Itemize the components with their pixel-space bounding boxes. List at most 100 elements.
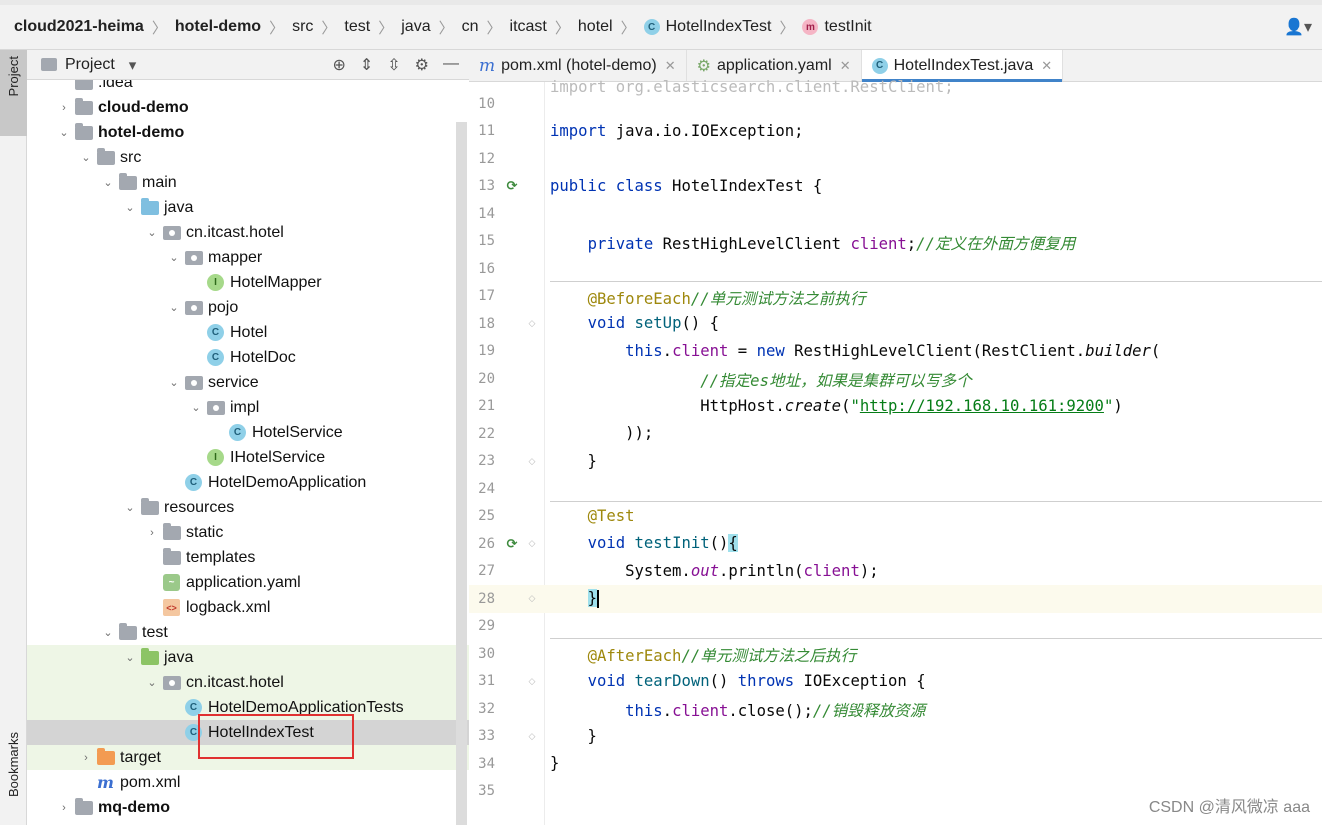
tree-node[interactable]: C HotelDoc <box>27 345 469 370</box>
chevron-down-icon[interactable]: ⌄ <box>57 126 71 139</box>
breadcrumb-item[interactable]: m testInit <box>802 18 872 36</box>
tree-node[interactable]: ⌄ hotel-demo <box>27 120 469 145</box>
fold-icon[interactable]: ◇ <box>525 731 539 742</box>
gear-icon[interactable]: ⚙ <box>415 55 429 75</box>
tree-node[interactable]: ⌄ service <box>27 370 469 395</box>
chevron-down-icon[interactable]: ▾ <box>129 56 137 74</box>
tree-node[interactable]: ⌄ java <box>27 645 469 670</box>
breadcrumb-item[interactable]: cloud2021-heima <box>14 18 144 36</box>
tree-node[interactable]: ⌄ impl <box>27 395 469 420</box>
chevron-right-icon[interactable]: › <box>79 752 93 764</box>
hide-icon[interactable]: — <box>443 55 459 75</box>
tree-node-label: application.yaml <box>186 573 301 591</box>
tree-node-label: main <box>142 173 177 191</box>
breadcrumb-item[interactable]: cn <box>462 18 479 36</box>
tree-node[interactable]: C HotelDemoApplication <box>27 470 469 495</box>
chevron-down-icon[interactable]: ⌄ <box>167 251 181 264</box>
tree-node[interactable]: ⌄ java <box>27 195 469 220</box>
tree-node[interactable]: I IHotelService <box>27 445 469 470</box>
es-url-link[interactable]: http://192.168.10.161:9200 <box>860 397 1104 415</box>
expand-all-icon[interactable]: ⇕ <box>360 55 373 75</box>
tree-scrollbar[interactable] <box>456 122 467 825</box>
tree-node[interactable]: I HotelMapper <box>27 270 469 295</box>
run-test-icon[interactable]: ⟳ <box>501 178 523 194</box>
line-number: 11 <box>478 123 495 140</box>
chevron-down-icon[interactable]: ⌄ <box>101 626 115 639</box>
tree-node-label: cn.itcast.hotel <box>186 673 284 691</box>
chevron-down-icon[interactable]: ⌄ <box>123 201 137 214</box>
tree-node[interactable]: ⌄ test <box>27 620 469 645</box>
tree-node[interactable]: ⌄ mapper <box>27 245 469 270</box>
chevron-down-icon[interactable]: ⌄ <box>167 301 181 314</box>
bookmarks-tool-tab[interactable]: Bookmarks <box>0 726 27 825</box>
class-icon: C <box>643 19 660 35</box>
editor-tab[interactable]: C HotelIndexTest.java ✕ <box>861 50 1064 82</box>
fold-icon[interactable]: ◇ <box>525 593 539 604</box>
fold-icon[interactable]: ◇ <box>525 676 539 687</box>
code-line: private RestHighLevelClient client;//定义在… <box>587 235 1076 253</box>
editor-line: 24 <box>469 475 1322 503</box>
chevron-right-icon[interactable]: › <box>57 802 71 814</box>
interface-icon: I <box>207 449 224 466</box>
breadcrumb-item[interactable]: C HotelIndexTest <box>643 18 771 36</box>
tree-node[interactable]: ⌄ resources <box>27 495 469 520</box>
code-line: void setUp() { <box>587 314 720 332</box>
breadcrumb-item[interactable]: hotel-demo <box>175 18 261 36</box>
locate-icon[interactable]: ⊕ <box>332 55 345 75</box>
collapse-all-icon[interactable]: ⇳ <box>387 55 400 75</box>
chevron-down-icon[interactable]: ⌄ <box>101 176 115 189</box>
tree-node[interactable]: templates <box>27 545 469 570</box>
chevron-down-icon[interactable]: ⌄ <box>145 226 159 239</box>
breadcrumb-item[interactable]: java <box>401 18 430 36</box>
package-icon <box>185 375 203 390</box>
tree-node[interactable]: ⌄ cn.itcast.hotel <box>27 670 469 695</box>
tree-node[interactable]: C Hotel <box>27 320 469 345</box>
tree-node[interactable]: ⌄ main <box>27 170 469 195</box>
tree-node[interactable]: ⌄ src <box>27 145 469 170</box>
project-view-selector[interactable]: Project <box>65 56 115 74</box>
chevron-down-icon[interactable]: ⌄ <box>123 651 137 664</box>
tree-node[interactable]: m pom.xml <box>27 770 469 795</box>
chevron-down-icon[interactable]: ⌄ <box>189 401 203 414</box>
editor-tab-label: HotelIndexTest.java <box>893 56 1034 74</box>
run-test-icon[interactable]: ⟳ <box>501 536 523 552</box>
chevron-down-icon[interactable]: ⌄ <box>167 376 181 389</box>
tree-node[interactable]: ⌄ cn.itcast.hotel <box>27 220 469 245</box>
breadcrumb-item[interactable]: itcast <box>510 18 547 36</box>
code-line: @Test <box>587 507 635 525</box>
chevron-right-icon[interactable]: › <box>145 527 159 539</box>
tree-node[interactable]: › mq-demo <box>27 795 469 820</box>
tree-node[interactable]: ⌄ pojo <box>27 295 469 320</box>
fold-icon[interactable]: ◇ <box>525 538 539 549</box>
class-icon: C <box>207 349 224 366</box>
tree-node-label: pom.xml <box>120 773 181 791</box>
breadcrumb-item[interactable]: hotel <box>578 18 613 36</box>
breadcrumb-item[interactable]: src <box>292 18 313 36</box>
chevron-right-icon[interactable]: › <box>57 102 71 114</box>
chevron-down-icon[interactable]: ⌄ <box>79 151 93 164</box>
close-icon[interactable]: ✕ <box>1041 58 1052 74</box>
tree-node[interactable]: <> logback.xml <box>27 595 469 620</box>
fold-icon[interactable]: ◇ <box>525 456 539 467</box>
project-tool-tab[interactable]: Project <box>0 50 27 136</box>
tree-node[interactable]: C HotelService <box>27 420 469 445</box>
tree-node[interactable]: ~ application.yaml <box>27 570 469 595</box>
chevron-down-icon[interactable]: ⌄ <box>145 676 159 689</box>
line-number: 24 <box>478 480 495 497</box>
package-icon <box>185 300 203 315</box>
editor-tab[interactable]: m pom.xml (hotel-demo) ✕ <box>469 50 687 81</box>
user-icon[interactable]: 👤▾ <box>1284 17 1312 37</box>
tree-node[interactable]: › static <box>27 520 469 545</box>
code-line: void testInit(){ <box>587 534 738 552</box>
fold-icon[interactable]: ◇ <box>525 318 539 329</box>
tree-node[interactable]: .idea <box>27 80 469 95</box>
close-icon[interactable]: ✕ <box>840 58 851 74</box>
code-editor[interactable]: 10 11 12 13 ⟳ 14 15 16 17 18 ◇ 19 20 21 22 23 ◇ 24 25 26 ⟳ ◇ 2… <box>469 78 1322 825</box>
tree-node[interactable]: › cloud-demo <box>27 95 469 120</box>
chevron-down-icon[interactable]: ⌄ <box>123 501 137 514</box>
code-line: @BeforeEach//单元测试方法之前执行 <box>587 290 866 308</box>
close-icon[interactable]: ✕ <box>665 58 676 74</box>
breadcrumb-item[interactable]: test <box>344 18 370 36</box>
editor-tab[interactable]: ⚙ application.yaml ✕ <box>687 50 862 81</box>
code-line: @AfterEach//单元测试方法之后执行 <box>587 647 857 665</box>
